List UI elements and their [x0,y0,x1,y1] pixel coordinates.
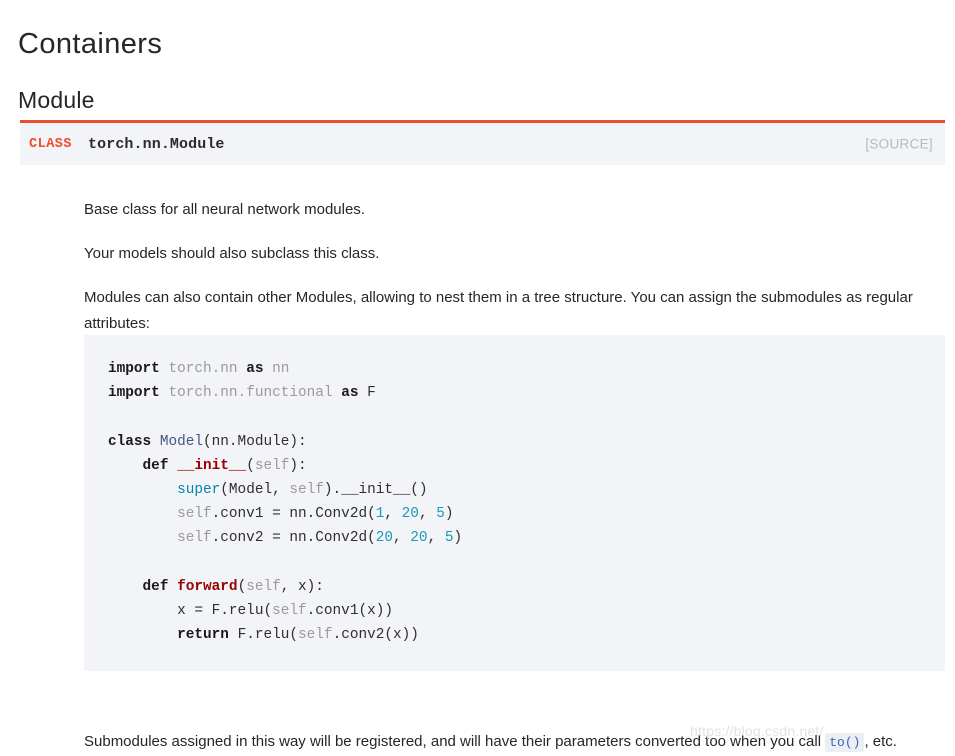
code-token: ) [444,506,454,523]
code-token: self [254,457,290,474]
code-token: 20 [375,530,394,547]
description-paragraph-2: Your models should also subclass this cl… [84,245,380,262]
code-token: super [177,482,221,499]
code-token: .conv2 = nn.Conv2d( [211,530,376,547]
code-token: ).__init__() [323,482,428,499]
code-token: self [246,578,281,595]
code-token: x = F.relu( [177,603,273,620]
code-token: as [246,361,264,377]
code-token: .conv2(x)) [332,627,419,644]
code-token: , x): [280,578,324,595]
code-token: (nn.Module): [203,433,307,450]
description-paragraph-1: Base class for all neural network module… [84,201,365,218]
code-token: Model [159,433,204,450]
code-token: (Model, [220,482,290,499]
page-title-containers: Containers [18,28,163,61]
paragraph-4-text-before: Submodules assigned in this way will be … [84,733,826,750]
signature-kind-label: CLASS [29,136,73,152]
class-signature-bar: CLASS torch.nn.Module [SOURCE] [20,120,945,165]
code-token: return [177,627,229,644]
code-token: import [108,361,160,377]
description-paragraph-3: Modules can also contain other Modules, … [84,289,913,332]
code-token: forward [177,578,238,595]
inline-code-to: to() [825,733,865,752]
code-token: nn [272,361,290,377]
code-token: ): [289,457,307,474]
python-code-example: import torch.nn as nn import torch.nn.fu… [84,335,945,671]
code-token: as [341,385,359,402]
code-token: ) [453,530,463,547]
code-content: import torch.nn as nn import torch.nn.fu… [108,357,945,647]
code-token: .conv1 = nn.Conv2d( [211,506,376,523]
code-token: torch.nn [168,361,238,377]
code-token: , [418,506,437,523]
code-token: self [177,530,212,547]
code-token: 20 [401,506,419,523]
code-token: self [177,506,212,523]
description-paragraph-4: Submodules assigned in this way will be … [84,729,924,756]
code-token: , [427,530,445,547]
code-token: 5 [444,530,454,547]
code-token: self [289,482,324,499]
code-token: , [393,530,411,547]
code-token: , [384,506,402,523]
code-token: .conv1(x)) [306,603,393,620]
code-token: import [108,385,160,402]
code-token: self [272,603,307,620]
code-token: __init__ [177,457,247,474]
code-token: def [142,578,169,595]
signature-qualified-name: torch.nn.Module [88,135,225,153]
code-token: 20 [410,530,428,547]
code-token: def [142,457,169,474]
paragraph-4-text-after: , etc. [864,733,897,750]
code-token: F [367,385,376,402]
documentation-page: Containers Module CLASS torch.nn.Module … [0,0,955,752]
source-link[interactable]: [SOURCE] [865,137,933,152]
code-token: self [298,627,333,644]
code-token: torch.nn.functional [168,385,333,402]
code-token: ( [246,457,255,474]
code-token: ( [237,578,247,595]
code-token: F.relu( [237,627,299,644]
section-title-module: Module [18,87,95,114]
code-token: class [108,433,152,450]
code-token: 5 [436,506,445,523]
